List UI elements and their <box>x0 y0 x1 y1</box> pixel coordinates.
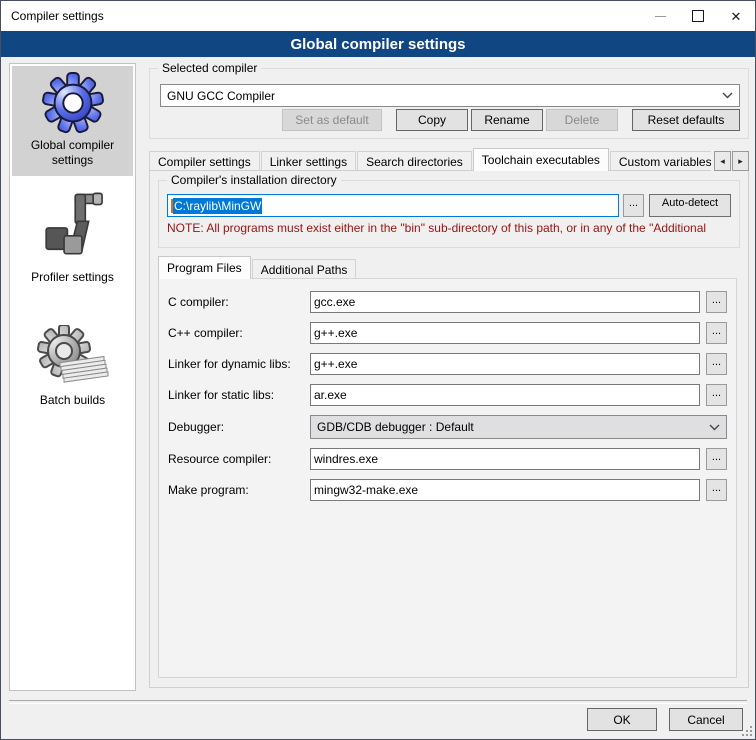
installation-note: NOTE: All programs must exist either in … <box>167 221 737 235</box>
settings-tabstrip: Compiler settings Linker settings Search… <box>149 148 749 171</box>
c-compiler-input[interactable]: gcc.exe <box>310 291 700 313</box>
selected-compiler-group-label: Selected compiler <box>158 61 261 75</box>
resource-compiler-value: windres.exe <box>314 452 378 466</box>
debugger-select[interactable]: GDB/CDB debugger : Default <box>310 415 727 439</box>
program-files-tabstrip: Program Files Additional Paths <box>158 256 357 279</box>
window-title: Compiler settings <box>1 9 104 23</box>
chevron-down-icon <box>722 92 733 99</box>
compiler-select-value: GNU GCC Compiler <box>167 89 722 103</box>
caliper-icon <box>37 190 109 266</box>
sidebar-item-batch-builds[interactable]: Batch builds <box>12 319 133 416</box>
maximize-button[interactable] <box>679 1 717 31</box>
cpp-compiler-value: g++.exe <box>314 326 357 340</box>
gray-gear-stack-icon <box>36 325 110 389</box>
installation-directory-input[interactable]: C:\raylib\MinGW <box>167 194 619 217</box>
installation-directory-row: C:\raylib\MinGW ... Auto-detect <box>167 194 731 217</box>
rename-button[interactable]: Rename <box>471 109 543 131</box>
set-as-default-button[interactable]: Set as default <box>282 109 382 131</box>
tab-compiler-settings[interactable]: Compiler settings <box>149 151 260 171</box>
chevron-down-icon <box>709 424 720 431</box>
sidebar-item-global-compiler-settings[interactable]: Global compiler settings <box>12 66 133 176</box>
sidebar-item-label: Global compiler settings <box>14 138 131 168</box>
linker-dynamic-label: Linker for dynamic libs: <box>168 357 304 371</box>
sidebar-item-profiler-settings[interactable]: Profiler settings <box>12 184 133 293</box>
footer-buttons: OK Cancel <box>587 708 743 731</box>
caption-buttons: ✕ <box>641 1 755 31</box>
reset-defaults-button[interactable]: Reset defaults <box>632 109 740 131</box>
cpp-compiler-browse-button[interactable]: ... <box>706 322 727 344</box>
cpp-compiler-label: C++ compiler: <box>168 326 304 340</box>
footer-separator <box>9 700 747 704</box>
scroll-left-icon: ◂ <box>720 156 725 167</box>
tab-linker-settings[interactable]: Linker settings <box>261 151 356 171</box>
scroll-right-icon: ▸ <box>738 156 743 167</box>
linker-static-label: Linker for static libs: <box>168 388 304 402</box>
resource-compiler-input[interactable]: windres.exe <box>310 448 700 470</box>
program-files-page: C compiler: gcc.exe ... C++ compiler: g+… <box>158 278 737 678</box>
debugger-value: GDB/CDB debugger : Default <box>317 420 709 434</box>
close-icon: ✕ <box>731 10 742 23</box>
auto-detect-button[interactable]: Auto-detect <box>649 194 731 217</box>
tab-scroll-right-button[interactable]: ▸ <box>732 151 749 171</box>
make-program-browse-button[interactable]: ... <box>706 479 727 501</box>
toolchain-fields: C compiler: gcc.exe ... C++ compiler: g+… <box>159 279 736 513</box>
c-compiler-browse-button[interactable]: ... <box>706 291 727 313</box>
linker-static-browse-button[interactable]: ... <box>706 384 727 406</box>
make-program-value: mingw32-make.exe <box>314 483 418 497</box>
resource-compiler-label: Resource compiler: <box>168 452 304 466</box>
make-program-label: Make program: <box>168 483 304 497</box>
c-compiler-value: gcc.exe <box>314 295 355 309</box>
linker-dynamic-value: g++.exe <box>314 357 357 371</box>
linker-dynamic-browse-button[interactable]: ... <box>706 353 727 375</box>
tab-custom-variables[interactable]: Custom variables <box>610 151 721 171</box>
browse-directory-button[interactable]: ... <box>623 194 644 217</box>
installation-directory-group: Compiler's installation directory C:\ray… <box>158 180 740 248</box>
make-program-input[interactable]: mingw32-make.exe <box>310 479 700 501</box>
linker-dynamic-input[interactable]: g++.exe <box>310 353 700 375</box>
minimize-button[interactable] <box>641 1 679 31</box>
settings-category-sidebar: Global compiler settings Profiler settin… <box>9 63 136 691</box>
copy-button[interactable]: Copy <box>396 109 468 131</box>
linker-static-value: ar.exe <box>314 388 347 402</box>
tab-additional-paths[interactable]: Additional Paths <box>252 259 357 279</box>
installation-directory-group-label: Compiler's installation directory <box>167 173 341 187</box>
tab-toolchain-executables[interactable]: Toolchain executables <box>473 148 609 171</box>
close-button[interactable]: ✕ <box>717 1 755 31</box>
compiler-select[interactable]: GNU GCC Compiler <box>160 84 740 107</box>
tab-scroll-left-button[interactable]: ◂ <box>714 151 731 171</box>
sidebar-item-label: Batch builds <box>14 393 131 408</box>
debugger-label: Debugger: <box>168 420 304 434</box>
compiler-actions: Set as default Copy Rename Delete Reset … <box>282 109 740 131</box>
selected-compiler-group: Selected compiler GNU GCC Compiler Set a… <box>149 68 749 139</box>
sidebar-item-label: Profiler settings <box>14 270 131 285</box>
ok-button[interactable]: OK <box>587 708 657 731</box>
toolchain-executables-page: Compiler's installation directory C:\ray… <box>149 170 749 688</box>
linker-static-input[interactable]: ar.exe <box>310 384 700 406</box>
cpp-compiler-input[interactable]: g++.exe <box>310 322 700 344</box>
c-compiler-label: C compiler: <box>168 295 304 309</box>
minimize-icon <box>655 16 666 17</box>
compiler-settings-dialog: Compiler settings ✕ Global compiler sett… <box>0 0 756 740</box>
cancel-button[interactable]: Cancel <box>669 708 743 731</box>
installation-directory-value: C:\raylib\MinGW <box>173 198 262 214</box>
maximize-icon <box>692 10 704 22</box>
resource-compiler-browse-button[interactable]: ... <box>706 448 727 470</box>
delete-button[interactable]: Delete <box>546 109 618 131</box>
tab-scroll-buttons: ◂ ▸ <box>711 151 749 171</box>
resize-grip[interactable] <box>742 726 752 736</box>
dialog-banner: Global compiler settings <box>1 31 755 57</box>
title-bar: Compiler settings ✕ <box>1 1 755 31</box>
tab-program-files[interactable]: Program Files <box>158 256 251 279</box>
tab-search-directories[interactable]: Search directories <box>357 151 472 171</box>
blue-gear-icon <box>42 72 104 134</box>
